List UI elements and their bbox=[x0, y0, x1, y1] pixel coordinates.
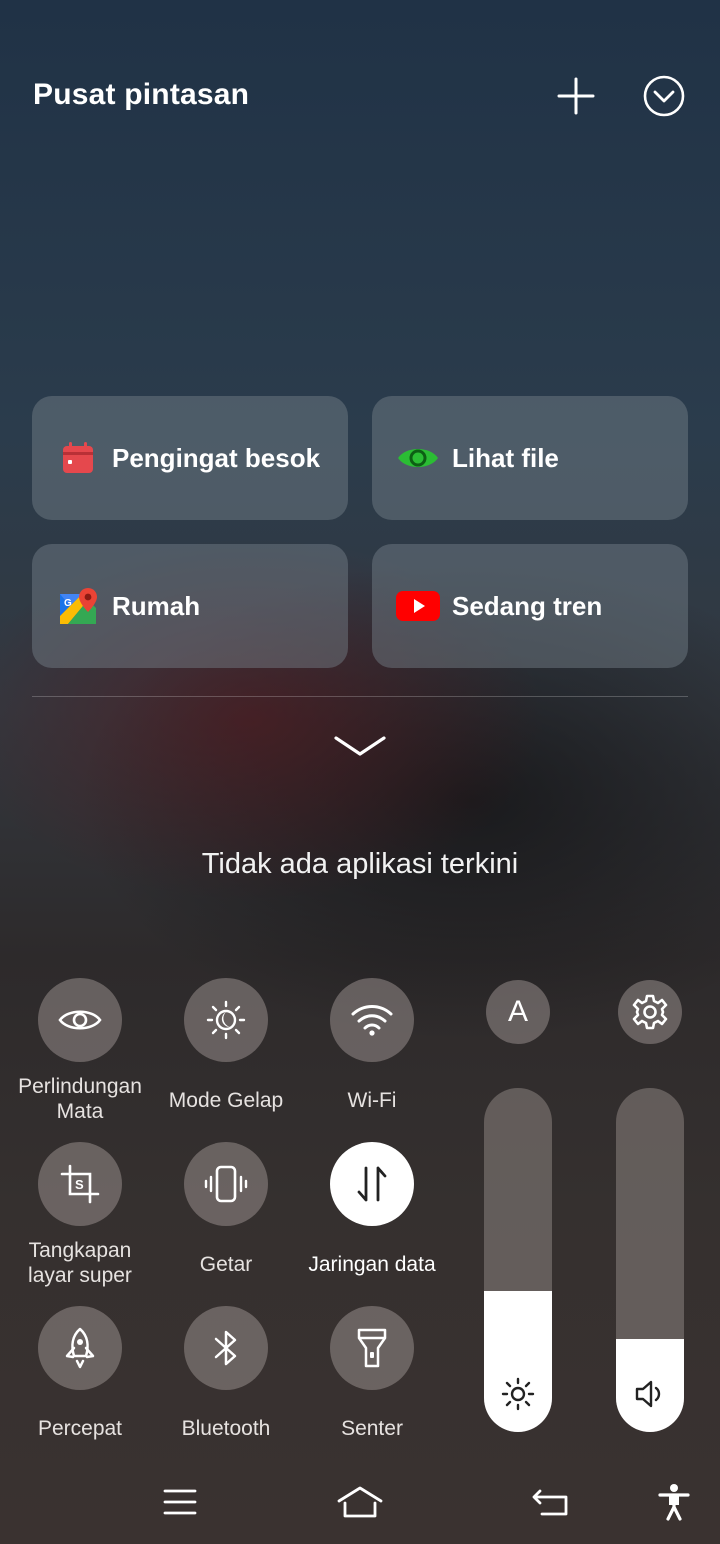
toggle-label: Senter bbox=[341, 1417, 403, 1440]
shortcut-center-header: Pusat pintasan bbox=[0, 0, 720, 190]
svg-text:S: S bbox=[75, 1177, 84, 1192]
toggle-label: Perlindungan Mata bbox=[18, 1075, 142, 1123]
chevron-down-circle-icon bbox=[643, 75, 685, 117]
shortcut-card-trending[interactable]: Sedang tren bbox=[372, 544, 688, 668]
svg-text:G: G bbox=[64, 598, 72, 609]
chevron-down-icon[interactable] bbox=[330, 728, 390, 764]
divider bbox=[32, 696, 688, 697]
eye-icon bbox=[58, 1010, 102, 1030]
plus-icon bbox=[557, 77, 595, 115]
toggle-label: Getar bbox=[199, 1253, 253, 1276]
volume-slider[interactable] bbox=[616, 1088, 684, 1432]
toggle-label: Wi-Fi bbox=[347, 1089, 397, 1112]
home-icon bbox=[337, 1486, 383, 1518]
page-title: Pusat pintasan bbox=[33, 78, 250, 111]
shortcut-card-home[interactable]: G Rumah bbox=[32, 544, 348, 668]
toggle-label: Tangkapan layar super bbox=[28, 1239, 132, 1287]
wifi-icon bbox=[351, 1005, 393, 1036]
auto-brightness-button[interactable]: A bbox=[486, 980, 550, 1044]
shortcut-label: Pengingat besok bbox=[112, 442, 321, 473]
toggle-button[interactable] bbox=[330, 978, 414, 1062]
flashlight-icon bbox=[357, 1328, 387, 1368]
bluetooth-icon bbox=[214, 1330, 237, 1366]
dark-mode-icon bbox=[206, 1000, 246, 1040]
add-shortcut-button[interactable] bbox=[552, 72, 600, 120]
toggle-button[interactable] bbox=[184, 1306, 268, 1390]
menu-button[interactable] bbox=[156, 1478, 204, 1526]
mobile-data-icon bbox=[357, 1166, 387, 1202]
shortcut-label: Rumah bbox=[112, 590, 201, 621]
navigation-bar bbox=[0, 1460, 720, 1544]
toggle-flashlight[interactable]: Senter bbox=[299, 1306, 445, 1441]
toggle-vibrate[interactable]: Getar bbox=[153, 1142, 299, 1277]
menu-icon bbox=[163, 1489, 197, 1515]
toggle-mobile-data[interactable]: Jaringan data bbox=[299, 1142, 445, 1277]
toggle-label: Mode Gelap bbox=[168, 1089, 284, 1112]
toggle-label: Percepat bbox=[37, 1417, 123, 1440]
accessibility-icon bbox=[658, 1484, 690, 1521]
shortcut-card-view-files[interactable]: Lihat file bbox=[372, 396, 688, 520]
toggle-button[interactable] bbox=[330, 1142, 414, 1226]
vibrate-icon bbox=[204, 1165, 248, 1203]
youtube-icon bbox=[396, 584, 440, 628]
gear-icon bbox=[632, 994, 668, 1030]
toggle-label: Jaringan data bbox=[308, 1253, 436, 1276]
toggle-button[interactable] bbox=[184, 1142, 268, 1226]
home-button[interactable] bbox=[336, 1478, 384, 1526]
toggle-bluetooth[interactable]: Bluetooth bbox=[153, 1306, 299, 1441]
rocket-icon bbox=[65, 1327, 95, 1369]
toggle-button[interactable]: S bbox=[38, 1142, 122, 1226]
auto-letter: A bbox=[507, 995, 528, 1028]
settings-button[interactable] bbox=[618, 980, 682, 1044]
toggle-button[interactable] bbox=[330, 1306, 414, 1390]
toggle-button[interactable] bbox=[38, 978, 122, 1062]
eye-icon bbox=[396, 436, 440, 480]
shortcut-label: Lihat file bbox=[452, 442, 559, 473]
shortcut-card-reminder[interactable]: Pengingat besok bbox=[32, 396, 348, 520]
toggle-super-screenshot[interactable]: S Tangkapan layar super bbox=[7, 1142, 153, 1288]
back-icon bbox=[532, 1489, 568, 1516]
toggle-boost[interactable]: Percepat bbox=[7, 1306, 153, 1441]
toggle-eye-protection[interactable]: Perlindungan Mata bbox=[7, 978, 153, 1124]
sun-icon bbox=[484, 1374, 552, 1414]
toggle-button[interactable] bbox=[38, 1306, 122, 1390]
toggle-wifi[interactable]: Wi-Fi bbox=[299, 978, 445, 1113]
toggle-label: Bluetooth bbox=[181, 1417, 271, 1440]
back-button[interactable] bbox=[526, 1478, 574, 1526]
toggle-button[interactable] bbox=[184, 978, 268, 1062]
toggle-dark-mode[interactable]: Mode Gelap bbox=[153, 978, 299, 1113]
brightness-slider[interactable] bbox=[484, 1088, 552, 1432]
calendar-icon bbox=[56, 436, 100, 480]
collapse-button[interactable] bbox=[640, 72, 688, 120]
shortcut-label: Sedang tren bbox=[452, 590, 603, 621]
google-maps-icon: G bbox=[56, 584, 100, 628]
no-recent-apps-message: Tidak ada aplikasi terkini bbox=[201, 848, 519, 880]
screenshot-icon: S bbox=[60, 1164, 100, 1204]
accessibility-button[interactable] bbox=[650, 1478, 698, 1526]
speaker-icon bbox=[616, 1374, 684, 1414]
